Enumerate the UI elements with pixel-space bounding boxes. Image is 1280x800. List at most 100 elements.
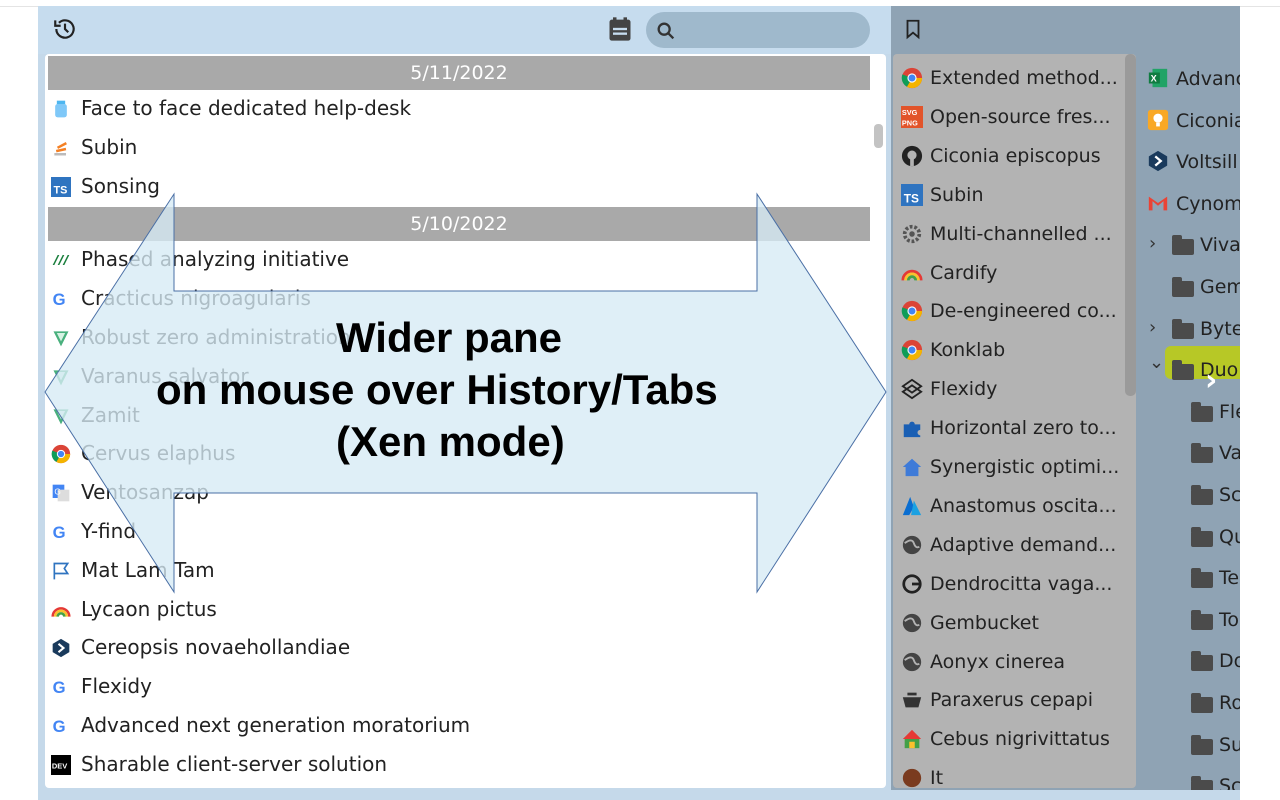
tab-item[interactable]: Horizontal zero to...: [893, 409, 1133, 448]
folder-icon: [1191, 776, 1213, 790]
chrome-icon: [51, 444, 71, 464]
bookmark-folder[interactable]: Gem: [1137, 267, 1240, 308]
home-icon: [901, 456, 923, 478]
tab-item[interactable]: Cardify: [893, 254, 1133, 293]
bookmark-title: Ciconia: [1176, 109, 1240, 132]
bookmark-folder[interactable]: Su: [1137, 725, 1240, 766]
bookmark-folder[interactable]: Sc: [1137, 475, 1240, 516]
bookmark-title: Advanc: [1176, 68, 1240, 90]
history-item-title: Flexidy: [81, 674, 152, 699]
house-colorful-icon: [901, 728, 923, 750]
bookmark-item[interactable]: Ciconia: [1137, 101, 1240, 142]
folder-icon: [1172, 277, 1194, 297]
history-item[interactable]: G Y-find: [45, 514, 865, 550]
google-icon: G: [51, 716, 71, 736]
grafana-icon: [901, 573, 923, 595]
history-item-title: Sonsing: [81, 173, 160, 198]
jar-icon: [51, 99, 71, 119]
tab-item[interactable]: De-engineered co...: [893, 292, 1133, 331]
history-item[interactable]: G Ventosanzap: [45, 475, 865, 511]
tabs-list: Extended method... SVG PNG Open-source fres…: [893, 54, 1136, 788]
bulb-icon: [1147, 109, 1169, 131]
tab-item[interactable]: Flexidy: [893, 370, 1133, 409]
github-icon: [901, 145, 923, 167]
history-item-title: Robust zero administration: [81, 325, 351, 349]
history-item[interactable]: DEV Sharable client-server solution: [45, 747, 865, 783]
tab-item[interactable]: Paraxerus cepapi: [893, 681, 1133, 720]
folder-icon: [1191, 693, 1213, 713]
bookmark-folder[interactable]: Qu: [1137, 517, 1240, 558]
tab-item[interactable]: Aonyx cinerea: [893, 643, 1133, 682]
folder-open-icon: [1172, 360, 1194, 381]
hexagon-icon: [1147, 150, 1169, 172]
bookmark-folder[interactable]: › Byte: [1137, 309, 1240, 350]
ts-icon: TS: [51, 176, 71, 197]
calendar-icon[interactable]: [606, 15, 634, 43]
history-item[interactable]: Face to face dedicated help-desk: [45, 91, 865, 127]
history-item[interactable]: Cereopsis novaehollandiae: [45, 630, 865, 666]
bookmark-item[interactable]: X Advanc: [1137, 59, 1240, 100]
bookmark-item[interactable]: Cynom: [1137, 184, 1240, 225]
tab-item[interactable]: It: [893, 759, 1133, 788]
tab-item[interactable]: Ciconia episcopus: [893, 137, 1133, 176]
svg-text:G: G: [53, 678, 66, 697]
history-item[interactable]: Mat Lam Tam: [45, 553, 865, 589]
history-item[interactable]: Phased analyzing initiative: [45, 242, 865, 278]
history-date-header: 5/11/2022: [48, 56, 870, 90]
bookmark-title: To: [1219, 608, 1240, 631]
tab-title: Paraxerus cepapi: [930, 689, 1094, 712]
tab-item[interactable]: Cebus nigrivittatus: [893, 720, 1133, 759]
expand-arrow-icon[interactable]: ›: [1205, 363, 1217, 398]
history-item-title: Mat Lam Tam: [81, 557, 215, 582]
svg-text:TS: TS: [904, 191, 919, 205]
chevron-right-icon[interactable]: ›: [1149, 317, 1156, 338]
tab-item[interactable]: Anastomus oscita...: [893, 487, 1133, 526]
search-input[interactable]: [646, 12, 870, 48]
folder-icon: [1191, 526, 1213, 547]
tab-item[interactable]: Adaptive demand...: [893, 526, 1133, 565]
folder-icon: [1191, 734, 1213, 755]
overlay-line-1: Wider pane: [336, 314, 562, 361]
bookmark-folder[interactable]: Do: [1137, 641, 1240, 682]
bookmark-folder[interactable]: To: [1137, 600, 1240, 641]
tab-item[interactable]: Extended method...: [893, 59, 1133, 98]
puzzle-icon: [901, 417, 923, 439]
history-date-header: 5/10/2022: [48, 207, 870, 242]
bookmark-title: Voltsill: [1176, 151, 1238, 174]
google-icon: G: [51, 522, 71, 542]
bookmark-folder[interactable]: Ro: [1137, 683, 1240, 724]
history-item[interactable]: TS Sonsing: [45, 169, 865, 205]
history-scrollbar[interactable]: [874, 124, 883, 148]
bookmark-folder[interactable]: Va: [1137, 433, 1240, 474]
tab-item[interactable]: TS Subin: [893, 176, 1133, 215]
folder-icon: [1191, 568, 1213, 589]
tab-item[interactable]: Synergistic optimi...: [893, 448, 1133, 487]
bookmark-title: Va: [1219, 442, 1240, 465]
bookmark-title: Sc: [1219, 484, 1240, 506]
bookmark-icon[interactable]: [902, 17, 924, 41]
tab-item[interactable]: Konklab: [893, 331, 1133, 370]
bookmarks-tree: X Advanc Ciconia Voltsill Cynom › Viva Gem › Byte…: [1137, 54, 1240, 790]
history-item[interactable]: Subin: [45, 130, 865, 166]
history-item[interactable]: G Advanced next generation moratorium: [45, 708, 865, 744]
bookmark-item[interactable]: Voltsill: [1137, 142, 1240, 183]
history-icon[interactable]: [52, 16, 78, 42]
tab-item[interactable]: Gembucket: [893, 604, 1133, 643]
history-item[interactable]: Lycaon pictus: [45, 592, 865, 628]
tab-item[interactable]: Multi-channelled ...: [893, 215, 1133, 254]
history-item[interactable]: G Cracticus nigroagularis: [45, 281, 865, 317]
tab-item[interactable]: SVG PNG Open-source fres...: [893, 98, 1133, 137]
overlay-line-3: (Xen mode): [336, 418, 565, 465]
bookmark-folder[interactable]: Sc: [1137, 766, 1240, 790]
bookmark-folder[interactable]: ⌄ Duo: [1137, 350, 1240, 391]
chevron-right-icon[interactable]: ›: [1149, 233, 1156, 254]
green-logo-icon: [51, 250, 71, 270]
bookmark-folder[interactable]: Te: [1137, 558, 1240, 599]
tabs-scrollbar[interactable]: [1125, 54, 1136, 396]
bookmark-folder[interactable]: › Viva: [1137, 225, 1240, 266]
chevron-down-icon[interactable]: ⌄: [1149, 352, 1164, 373]
history-item[interactable]: G Flexidy: [45, 669, 865, 705]
folder-icon: [1191, 443, 1213, 464]
tab-item[interactable]: Dendrocitta vaga...: [893, 565, 1133, 604]
bookmark-folder[interactable]: Fle: [1137, 392, 1240, 433]
